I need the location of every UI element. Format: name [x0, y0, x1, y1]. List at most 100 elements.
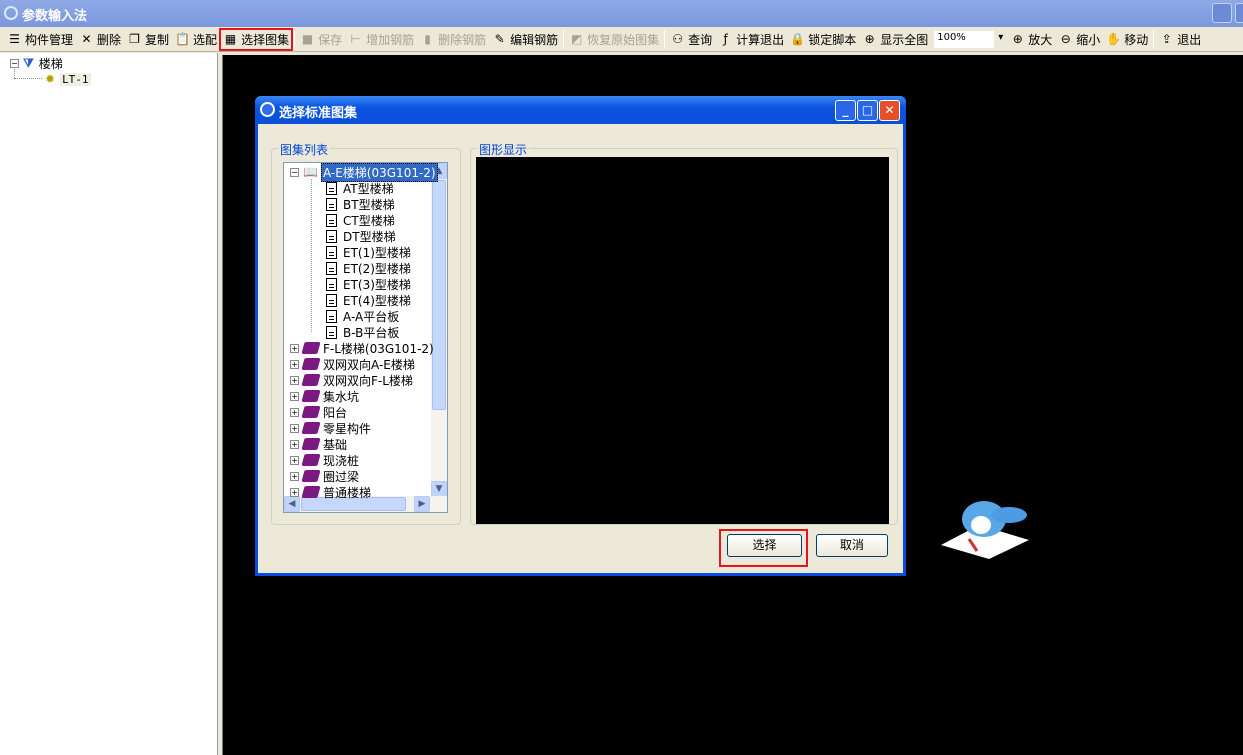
scroll-right-button[interactable]: ▶ [414, 496, 430, 512]
app-icon [4, 6, 18, 20]
tree-node-collapsed[interactable]: + 双网双向F-L楼梯 [290, 372, 413, 388]
toolbar-label: 显示全图 [880, 32, 929, 47]
expand-icon[interactable]: + [290, 343, 299, 353]
tree-node-collapsed[interactable]: + 阳台 [290, 404, 347, 420]
tree-leaf[interactable]: ET(2)型楼梯 [326, 260, 411, 276]
cancel-button[interactable]: 取消 [816, 534, 888, 557]
document-icon [326, 229, 337, 243]
toolbar-separator [563, 29, 565, 49]
toolbar-label: 计算退出 [736, 32, 785, 47]
expand-icon[interactable]: + [290, 439, 299, 449]
toolbar-label: 查询 [688, 32, 713, 47]
close-button[interactable]: ✕ [879, 100, 900, 121]
app-title-bar: 参数输入法 [0, 0, 1243, 27]
restore-button[interactable] [1235, 3, 1243, 23]
book-icon [301, 486, 321, 498]
tree-node-collapsed[interactable]: + 零星构件 [290, 420, 371, 436]
gear-icon: ✹ [45, 72, 56, 86]
tree-leaf[interactable]: B-B平台板 [326, 324, 399, 340]
toolbar-label: 编辑钢筋 [510, 32, 559, 47]
exit-icon: ⇪ [1161, 32, 1172, 46]
tree-node-stairs[interactable]: − ⧩ 楼梯 [10, 55, 63, 71]
mascot-icon [941, 501, 1029, 559]
tree-leaf[interactable]: A-A平台板 [326, 308, 399, 324]
expand-icon[interactable]: + [290, 423, 299, 433]
atlas-tree[interactable]: ▲ ▼ ◀ ▶ − 📖 A-E楼梯(03G101-2) AT型楼梯 BT型楼梯 CT型楼梯… [283, 162, 448, 513]
tree-node-label: DT型楼梯 [343, 229, 396, 244]
tree-node-lt1[interactable]: ✹ LT-1 [45, 71, 91, 87]
tree-node-label: 集水坑 [323, 389, 360, 404]
toolbar-zoom-out-button[interactable]: ⊖ 缩小 [1055, 29, 1103, 50]
tree-node-label: 零星构件 [323, 421, 372, 436]
fit-all-icon: ⊕ [864, 32, 875, 46]
tree-node-collapsed[interactable]: + 现浇桩 [290, 452, 359, 468]
toolbar-delete-rebar-button[interactable]: ▮ 删除钢筋 [417, 29, 489, 50]
tree-node-label: A-A平台板 [343, 309, 400, 324]
app-title: 参数输入法 [22, 9, 88, 24]
toolbar-label: 保存 [318, 32, 343, 47]
select-button[interactable]: 选择 [727, 534, 802, 557]
toolbar-binoculars-button[interactable]: ⚇ 查询 [667, 29, 715, 50]
tree-leaf[interactable]: ET(4)型楼梯 [326, 292, 411, 308]
zoom-in-icon: ⊕ [1012, 32, 1023, 46]
tree-leaf[interactable]: BT型楼梯 [326, 196, 395, 212]
scroll-down-button[interactable]: ▼ [431, 481, 447, 497]
vertical-scrollbar[interactable]: ▲ ▼ [431, 163, 447, 497]
tree-node-collapsed[interactable]: + 双网双向A-E楼梯 [290, 356, 415, 372]
collapse-icon[interactable]: − [290, 167, 299, 177]
tree-node-collapsed[interactable]: + F-L楼梯(03G101-2) [290, 340, 434, 356]
minimize-button[interactable]: _ [835, 100, 856, 121]
add-rebar-icon: ⊢ [350, 32, 361, 46]
tree-leaf[interactable]: DT型楼梯 [326, 228, 396, 244]
toolbar-exit-button[interactable]: ⇪ 退出 [1156, 29, 1204, 50]
book-icon [301, 422, 321, 434]
tree-node-label: B-B平台板 [343, 325, 400, 340]
expand-icon[interactable]: + [290, 359, 299, 369]
toolbar-save-button[interactable]: ■ 保存 [297, 29, 345, 50]
tree-leaf[interactable]: ET(3)型楼梯 [326, 276, 411, 292]
toolbar-label: 选配 [193, 32, 218, 47]
zoom-level-select[interactable]: 100% [934, 30, 1003, 48]
expand-icon[interactable]: + [290, 375, 299, 385]
tree-leaf[interactable]: AT型楼梯 [326, 180, 394, 196]
expand-icon[interactable]: + [290, 407, 299, 417]
tree-node-label: CT型楼梯 [343, 213, 395, 228]
minimize-button[interactable] [1212, 3, 1232, 23]
toolbar: ☰ 构件管理 ✕ 删除 ❐ 复制 📋 选配 ▦ 选择图集 ■ 保存 ⊢ 增加钢筋 ▮ 删除钢筋 ✎ 编辑钢筋 ◩ 恢复… [0, 27, 1243, 52]
tree-node-collapsed[interactable]: + 基础 [290, 436, 347, 452]
expand-icon[interactable]: + [290, 455, 299, 465]
toolbar-hand-move-button[interactable]: ✋ 移动 [1103, 29, 1151, 50]
copy-icon: ❐ [129, 32, 140, 46]
toolbar-edit-rebar-button[interactable]: ✎ 编辑钢筋 [489, 29, 561, 50]
document-icon [326, 261, 337, 275]
tree-node-collapsed[interactable]: + 普通楼梯 [290, 484, 371, 500]
group-label: 图集列表 [278, 141, 331, 158]
toolbar-lock-button[interactable]: 🔒 锁定脚本 [787, 29, 859, 50]
toolbar-restore-button[interactable]: ◩ 恢复原始图集 [566, 29, 662, 50]
tree-node-expanded[interactable]: − 📖 A-E楼梯(03G101-2) [290, 163, 438, 182]
toolbar-label: 移动 [1124, 32, 1149, 47]
tree-node-collapsed[interactable]: + 集水坑 [290, 388, 359, 404]
expand-icon[interactable]: + [290, 471, 299, 481]
toolbar-component-manage-button[interactable]: ☰ 构件管理 [4, 29, 76, 50]
toolbar-copy-button[interactable]: ❐ 复制 [124, 29, 172, 50]
toolbar-add-rebar-button[interactable]: ⊢ 增加钢筋 [345, 29, 417, 50]
expand-icon[interactable]: + [290, 487, 299, 497]
toolbar-fx-button[interactable]: ƒ 计算退出 [715, 29, 787, 50]
maximize-button[interactable]: □ [857, 100, 878, 121]
toolbar-zoom-in-button[interactable]: ⊕ 放大 [1007, 29, 1055, 50]
toolbar-clipboard-button[interactable]: 📋 选配 [172, 29, 220, 50]
expand-icon[interactable]: + [290, 391, 299, 401]
document-icon [326, 197, 337, 211]
toolbar-fit-all-button[interactable]: ⊕ 显示全图 [859, 29, 931, 50]
toolbar-delete-x-button[interactable]: ✕ 删除 [76, 29, 124, 50]
tree-leaf[interactable]: CT型楼梯 [326, 212, 395, 228]
toolbar-xyz-select-button[interactable]: ▦ 选择图集 [219, 27, 294, 51]
document-icon [326, 181, 337, 195]
scroll-thumb[interactable] [432, 180, 446, 410]
delete-x-icon: ✕ [81, 32, 92, 46]
delete-rebar-icon: ▮ [424, 32, 431, 46]
tree-leaf[interactable]: ET(1)型楼梯 [326, 244, 411, 260]
tree-node-collapsed[interactable]: + 圈过梁 [290, 468, 359, 484]
group-label: 图形显示 [477, 141, 530, 158]
